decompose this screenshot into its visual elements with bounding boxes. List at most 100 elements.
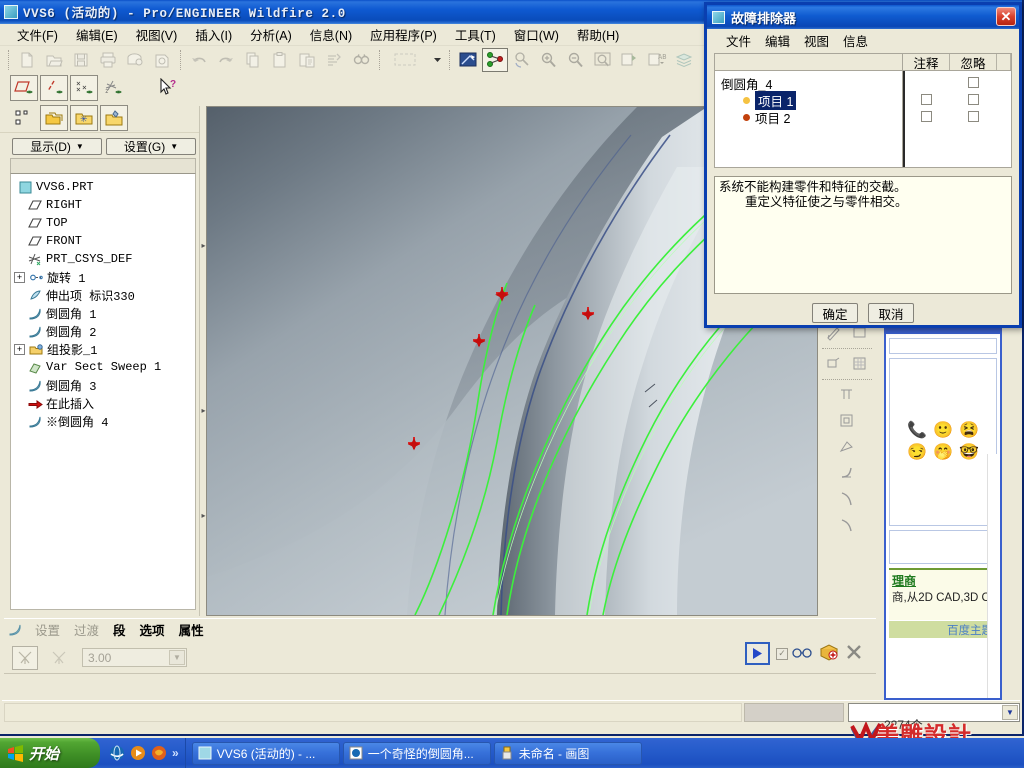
emoji-picker[interactable]: 📞 🙂 😫 😏 🤭 🤓	[889, 358, 997, 526]
quicklaunch-overflow-icon[interactable]: »	[172, 746, 179, 760]
model-tree-body[interactable]: VVS6.PRT RIGHT TOP	[10, 173, 196, 610]
tool-folder-icon[interactable]	[100, 105, 128, 131]
ignore-cell[interactable]	[950, 108, 997, 125]
tab-options[interactable]: 选项	[133, 618, 172, 641]
expander-plus-icon[interactable]: +	[14, 344, 25, 355]
troubleshooter-item-list[interactable]: 倒圆角_4 项目 1 项目 2	[714, 53, 902, 168]
checkbox[interactable]	[968, 94, 979, 105]
tree-node-front[interactable]: FRONT	[13, 232, 195, 250]
checkbox[interactable]	[968, 111, 979, 122]
send-mail-icon[interactable]	[122, 48, 148, 72]
tree-node-round-3[interactable]: 倒圆角 3	[13, 376, 195, 394]
expander-plus-icon[interactable]: +	[14, 272, 25, 283]
repaint-icon[interactable]	[455, 48, 481, 72]
tree-node-revolve[interactable]: + 旋转 1	[13, 268, 195, 286]
ts-row-item-1[interactable]: 项目 1	[721, 92, 902, 109]
chevron-down-icon[interactable]: ▼	[1002, 705, 1018, 720]
viewport-left-strip[interactable]: ▸ ▸ ▸	[199, 106, 206, 616]
chevron-down-icon[interactable]: ▼	[169, 650, 185, 665]
tree-settings-button[interactable]: 设置(G) ▼	[106, 138, 196, 155]
datum-axis-icon[interactable]	[40, 75, 68, 101]
open-file-icon[interactable]	[41, 48, 67, 72]
ignore-cell[interactable]	[950, 74, 997, 91]
chevron-down-icon[interactable]	[430, 48, 444, 72]
start-button[interactable]: 开始	[0, 738, 100, 768]
paste-icon[interactable]	[267, 48, 293, 72]
ad-title[interactable]: 理商	[892, 572, 994, 589]
ts-menu-file[interactable]: 文件	[719, 30, 758, 51]
tree-node-top[interactable]: TOP	[13, 214, 195, 232]
browser-field[interactable]	[889, 338, 997, 354]
column-divider[interactable]	[903, 71, 905, 167]
phone-icon[interactable]: 📞	[907, 422, 927, 440]
ts-row-root[interactable]: 倒圆角_4	[721, 75, 902, 92]
ts-menu-edit[interactable]: 编辑	[758, 30, 797, 51]
nerd-icon[interactable]: 🤓	[959, 444, 979, 462]
task-button-ie-doc[interactable]: 一个奇怪的倒圆角...	[343, 742, 491, 765]
spin-center-icon[interactable]	[482, 48, 508, 72]
datum-csys-icon[interactable]: z	[100, 75, 128, 101]
browser-green-bar[interactable]: 百度主题	[889, 621, 997, 638]
menu-help[interactable]: 帮助(H)	[568, 23, 628, 46]
task-button-proe[interactable]: VVS6 (活动的) - ...	[192, 742, 340, 765]
preview-glasses-icon[interactable]	[791, 646, 813, 662]
radius-value-combo[interactable]: 3.00 ▼	[82, 648, 187, 667]
menu-tools[interactable]: 工具(T)	[446, 23, 505, 46]
print-icon[interactable]	[95, 48, 121, 72]
extrude-icon[interactable]	[822, 352, 846, 376]
zoom-in-icon[interactable]	[536, 48, 562, 72]
tree-node-round-1[interactable]: 倒圆角 1	[13, 304, 195, 322]
menu-insert[interactable]: 插入(I)	[186, 23, 241, 46]
menu-edit[interactable]: 编辑(E)	[67, 23, 127, 46]
preview-toggle[interactable]: ✓	[776, 646, 813, 662]
cancel-x-icon[interactable]	[845, 643, 863, 664]
reorient-icon[interactable]	[509, 48, 535, 72]
ignore-cell[interactable]	[950, 91, 997, 108]
datum-point-icon[interactable]: ×××	[70, 75, 98, 101]
task-button-paint[interactable]: 未命名 - 画图	[494, 742, 642, 765]
ok-button[interactable]: 确定	[812, 303, 858, 323]
annotate-icon[interactable]: AB	[644, 48, 670, 72]
status-selector-combo[interactable]: ▼	[848, 703, 1020, 722]
menu-info[interactable]: 信息(N)	[301, 23, 361, 46]
checkbox[interactable]	[921, 111, 932, 122]
embedded-browser-panel[interactable]: 📞 🙂 😫 😏 🤭 🤓 理商 商,从2D CAD,3D C 百度主题	[884, 322, 1002, 700]
giggle-icon[interactable]: 🤭	[933, 444, 953, 462]
tired-icon[interactable]: 😫	[959, 422, 979, 440]
browser-ad[interactable]: 理商 商,从2D CAD,3D C	[889, 568, 997, 620]
tree-node-right[interactable]: RIGHT	[13, 196, 195, 214]
rib-icon[interactable]	[835, 409, 859, 433]
cancel-button[interactable]: 取消	[868, 303, 914, 323]
named-view-icon[interactable]	[617, 48, 643, 72]
tree-node-part[interactable]: VVS6.PRT	[13, 178, 195, 196]
tree-display-button[interactable]: 显示(D) ▼	[12, 138, 102, 155]
annotate-cell[interactable]	[903, 108, 950, 125]
pattern-icon[interactable]	[10, 105, 38, 131]
find-icon[interactable]	[348, 48, 374, 72]
browser-scrollbar[interactable]	[987, 454, 1000, 699]
checkbox[interactable]	[921, 94, 932, 105]
new-file-icon[interactable]	[14, 48, 40, 72]
tree-node-round-4[interactable]: ※倒圆角 4	[13, 412, 195, 430]
checkbox[interactable]	[968, 77, 979, 88]
copy-feature-icon[interactable]	[40, 105, 68, 131]
checkbox[interactable]: ✓	[776, 648, 788, 660]
blend-tool-icon[interactable]	[835, 513, 859, 537]
firefox-icon[interactable]	[151, 745, 167, 761]
build-feature-icon[interactable]	[819, 642, 839, 665]
tree-node-round-2[interactable]: 倒圆角 2	[13, 322, 195, 340]
browser-field-2[interactable]	[889, 530, 997, 564]
redo-icon[interactable]	[213, 48, 239, 72]
ts-menu-view[interactable]: 视图	[797, 30, 836, 51]
select-box-icon[interactable]	[385, 48, 429, 72]
draft-icon[interactable]	[835, 383, 859, 407]
menu-applications[interactable]: 应用程序(P)	[361, 23, 446, 46]
tab-settings[interactable]: 设置	[28, 618, 67, 641]
datum-table-icon[interactable]	[848, 352, 872, 376]
cursor-help-icon[interactable]: ?	[156, 75, 184, 101]
paste-special-icon[interactable]	[294, 48, 320, 72]
close-icon[interactable]: ✕	[996, 7, 1016, 26]
layers-icon[interactable]	[671, 48, 697, 72]
tree-node-insert-here[interactable]: 在此插入	[13, 394, 195, 412]
new-folder-star-icon[interactable]: ✳	[70, 105, 98, 131]
